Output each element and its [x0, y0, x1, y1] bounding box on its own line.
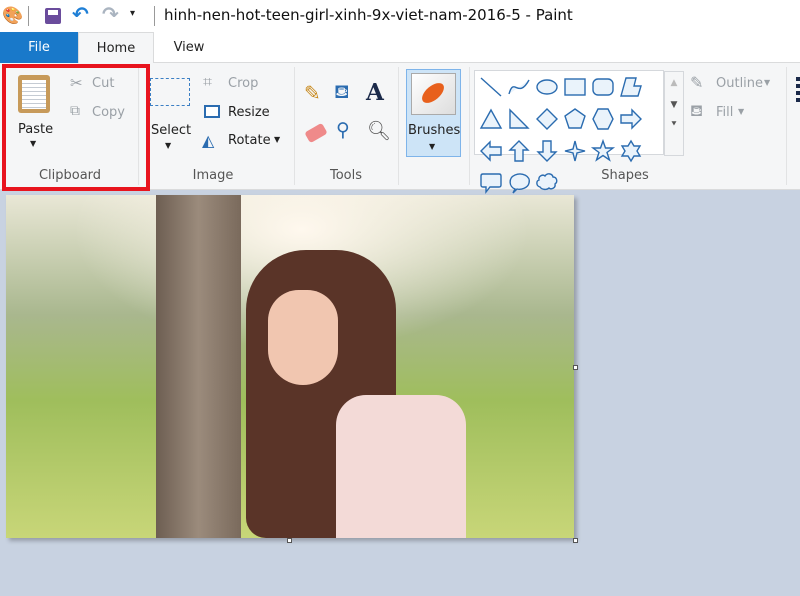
- color-picker-icon[interactable]: ⚲: [336, 119, 350, 141]
- select-icon: [150, 78, 190, 106]
- shapes-scrollbar[interactable]: ▲ ▼ ⯆: [664, 71, 684, 156]
- undo-icon[interactable]: ↶: [72, 2, 89, 26]
- triangle-shape-icon[interactable]: [478, 106, 504, 132]
- right-triangle-shape-icon[interactable]: [506, 106, 532, 132]
- crop-button[interactable]: Crop: [228, 76, 258, 91]
- tab-view[interactable]: View: [154, 32, 224, 63]
- save-icon[interactable]: [45, 8, 61, 24]
- divider: [398, 67, 399, 185]
- pentagon-shape-icon[interactable]: [562, 106, 588, 132]
- up-arrow-shape-icon[interactable]: [506, 138, 532, 164]
- six-point-star-shape-icon[interactable]: [618, 138, 644, 164]
- ribbon-tabs: File Home View: [0, 32, 800, 64]
- highlight-box: [2, 64, 150, 191]
- line-shape-icon[interactable]: [478, 74, 504, 100]
- shapes-gallery: [474, 70, 664, 194]
- pencil-icon[interactable]: ✎: [304, 81, 321, 105]
- chevron-down-icon[interactable]: ▼: [165, 141, 171, 150]
- face: [268, 290, 338, 385]
- image-canvas[interactable]: [6, 195, 574, 538]
- chevron-down-icon[interactable]: ▼: [764, 78, 770, 87]
- tab-home[interactable]: Home: [78, 32, 154, 64]
- scroll-down-icon[interactable]: ▼: [665, 100, 683, 110]
- down-arrow-shape-icon[interactable]: [534, 138, 560, 164]
- oval-callout-shape-icon[interactable]: [506, 170, 532, 196]
- curve-shape-icon[interactable]: [506, 74, 532, 100]
- hexagon-shape-icon[interactable]: [590, 106, 616, 132]
- image-group-label: Image: [192, 168, 234, 183]
- fill-icon: ⛾: [690, 101, 704, 120]
- outline-icon: ✎: [690, 73, 704, 92]
- select-button[interactable]: Select: [151, 123, 191, 138]
- rounded-rectangular-callout-shape-icon[interactable]: [478, 170, 504, 196]
- brushes-button[interactable]: Brushes ▼: [406, 69, 461, 157]
- resize-icon: [204, 105, 220, 118]
- left-arrow-shape-icon[interactable]: [478, 138, 504, 164]
- rectangle-shape-icon[interactable]: [562, 74, 588, 100]
- chevron-down-icon[interactable]: ▼: [274, 135, 280, 144]
- shapes-group-label: Shapes: [601, 168, 649, 183]
- right-arrow-shape-icon[interactable]: [618, 106, 644, 132]
- divider: [786, 67, 787, 185]
- brush-icon: [411, 73, 456, 115]
- rounded-rectangle-shape-icon[interactable]: [590, 74, 616, 100]
- cloud-callout-shape-icon[interactable]: [534, 170, 560, 196]
- tools-group-label: Tools: [329, 168, 363, 183]
- redo-icon[interactable]: ↷: [102, 2, 119, 26]
- resize-button[interactable]: Resize: [228, 105, 270, 120]
- outline-button[interactable]: Outline: [716, 76, 763, 91]
- tree-trunk: [156, 195, 241, 538]
- divider: [28, 6, 29, 26]
- paint-app-icon[interactable]: 🎨: [2, 6, 23, 26]
- size-icon[interactable]: [796, 77, 800, 103]
- chevron-down-icon[interactable]: ▼: [738, 107, 744, 116]
- resize-handle-corner[interactable]: [573, 538, 578, 543]
- divider: [469, 67, 470, 185]
- four-point-star-shape-icon[interactable]: [562, 138, 588, 164]
- magnifier-icon[interactable]: 🔍︎: [367, 119, 391, 142]
- crop-icon: ⌗: [203, 72, 213, 91]
- eraser-icon[interactable]: [304, 122, 328, 144]
- tab-file[interactable]: File: [0, 32, 78, 63]
- brushes-label: Brushes: [408, 123, 461, 138]
- chevron-down-icon: ▼: [429, 142, 436, 151]
- fill-button[interactable]: Fill: [716, 105, 733, 120]
- title-bar: 🎨 ↶ ↷ ▾ hinh-nen-hot-teen-girl-xinh-9x-v…: [0, 0, 800, 32]
- scroll-up-icon[interactable]: ▲: [665, 78, 683, 88]
- rotate-icon: ◭: [202, 131, 215, 150]
- expand-gallery-icon[interactable]: ⯆: [665, 120, 683, 130]
- fill-bucket-icon[interactable]: ⛾: [334, 81, 350, 106]
- divider: [294, 67, 295, 185]
- five-point-star-shape-icon[interactable]: [590, 138, 616, 164]
- resize-handle-bottom[interactable]: [287, 538, 292, 543]
- diamond-shape-icon[interactable]: [534, 106, 560, 132]
- divider: [154, 6, 155, 26]
- dress: [336, 395, 466, 538]
- window-title: hinh-nen-hot-teen-girl-xinh-9x-viet-nam-…: [164, 6, 573, 24]
- polygon-shape-icon[interactable]: [618, 74, 644, 100]
- oval-shape-icon[interactable]: [534, 74, 560, 100]
- text-icon[interactable]: A: [366, 79, 384, 106]
- rotate-button[interactable]: Rotate: [228, 133, 271, 148]
- resize-handle-right[interactable]: [573, 365, 578, 370]
- customize-dropdown-icon[interactable]: ▾: [130, 8, 135, 19]
